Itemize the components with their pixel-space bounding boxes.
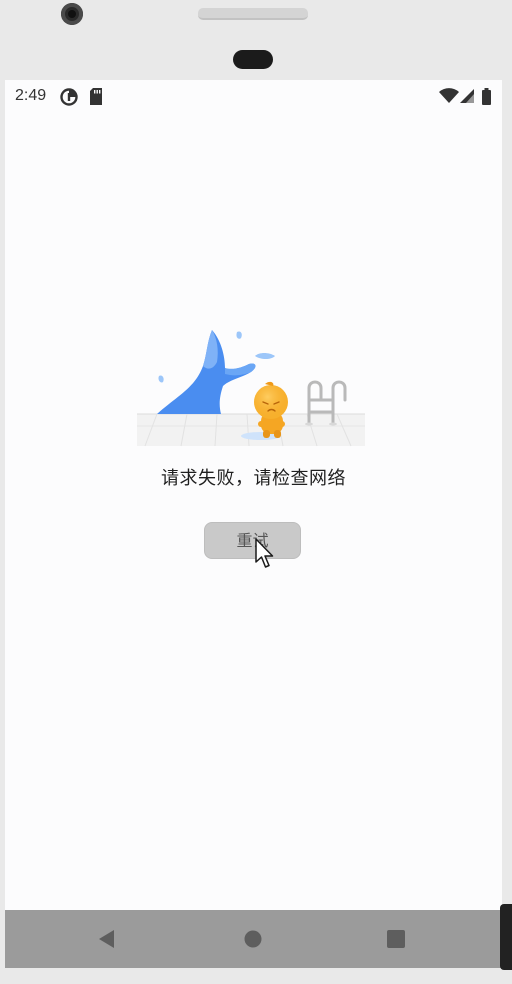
data-saver-icon — [60, 88, 78, 106]
screen: 2:49 请求失败，请检查网络 重试 — [5, 80, 502, 968]
home-button[interactable] — [240, 926, 266, 952]
recents-icon — [387, 930, 405, 948]
side-handle — [500, 904, 512, 970]
mouse-cursor-icon — [255, 538, 274, 568]
wifi-icon — [439, 88, 459, 103]
status-time: 2:49 — [15, 87, 47, 104]
network-error-illustration — [137, 330, 365, 447]
pool-floor — [137, 413, 365, 447]
status-bar: 2:49 — [5, 80, 502, 112]
retry-button[interactable]: 重试 — [204, 522, 301, 559]
front-camera — [61, 3, 83, 25]
proximity-sensor — [233, 50, 273, 69]
sd-card-icon — [90, 88, 102, 105]
back-icon — [99, 930, 114, 948]
battery-icon — [482, 88, 491, 105]
earpiece-speaker — [198, 8, 308, 20]
navigation-bar — [5, 910, 502, 968]
device-frame: 2:49 请求失败，请检查网络 重试 — [0, 0, 512, 984]
error-message: 请求失败，请检查网络 — [161, 468, 346, 489]
signal-icon — [460, 89, 474, 103]
recents-button[interactable] — [383, 926, 409, 952]
home-icon — [244, 930, 262, 948]
back-button[interactable] — [94, 926, 120, 952]
